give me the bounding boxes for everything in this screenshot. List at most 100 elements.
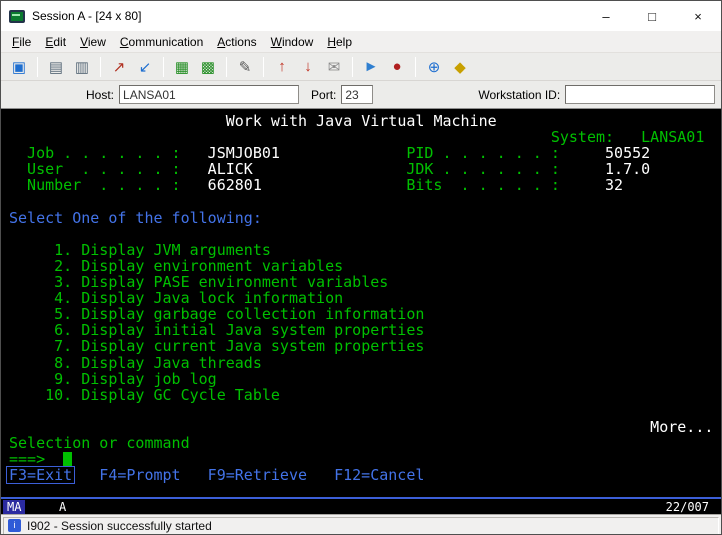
terminal-title-row: Work with Java Virtual Machine [9, 113, 721, 129]
toolbar-separator [263, 56, 264, 77]
new-session-icon[interactable]: ▣ [7, 56, 31, 78]
option-text: Display Java threads [81, 354, 262, 372]
workstation-id-input[interactable] [565, 85, 716, 104]
option-text: Display job log [81, 370, 217, 388]
menu-actions[interactable]: Actions [210, 33, 263, 51]
emulator-window: Session A - [24 x 80] – □ × File Edit Vi… [0, 0, 722, 535]
option-text: Display environment variables [81, 257, 344, 275]
oia-keyboard-indicator: A [59, 500, 67, 514]
bits-value: 32 [605, 176, 624, 194]
option-number: 9. [54, 370, 73, 388]
job-pid-row: Job . . . . . . : JSMJOB01 PID . . . . .… [9, 145, 721, 161]
fkey-row: F3=Exit F4=Prompt F9=Retrieve F12=Cancel [6, 466, 721, 484]
status-message-panel: i I902 - Session successfully started [3, 516, 719, 534]
transfer-file-icon[interactable]: ✉ [322, 56, 346, 78]
pid-label: PID . . . . . . : [406, 144, 560, 162]
command-line-row[interactable]: ===> [9, 451, 721, 467]
system-label: System: [550, 128, 615, 146]
menu-option-row: 5. Display garbage collection informatio… [9, 306, 721, 322]
maximize-button[interactable]: □ [629, 1, 675, 31]
job-label: Job . . . . . . : [27, 144, 181, 162]
option-text: Display current Java system properties [81, 337, 425, 355]
pid-value: 50552 [605, 144, 651, 162]
option-text: Display GC Cycle Table [81, 386, 280, 404]
play-macro-icon[interactable]: ► [359, 56, 383, 78]
operator-information-area: MA A 22/007 [1, 497, 721, 514]
fkey-f9-retrieve[interactable]: F9=Retrieve [208, 467, 307, 483]
app-icon [9, 9, 25, 23]
paste-icon[interactable]: ▥ [70, 56, 94, 78]
menu-option-row: 8. Display Java threads [9, 355, 721, 371]
menu-edit[interactable]: Edit [38, 33, 73, 51]
option-text: Display Java lock information [81, 289, 344, 307]
menu-help[interactable]: Help [320, 33, 359, 51]
port-input[interactable] [341, 85, 374, 104]
user-value: ALICK [207, 160, 253, 178]
menu-option-row: 6. Display initial Java system propertie… [9, 322, 721, 338]
more-indicator: More... [650, 418, 714, 436]
web-browser-icon[interactable]: ⊕ [422, 56, 446, 78]
menu-file[interactable]: File [5, 33, 38, 51]
menu-window[interactable]: Window [264, 33, 321, 51]
record-macro-icon[interactable]: ● [385, 56, 409, 78]
option-number: 7. [54, 337, 73, 355]
display-colors-icon[interactable]: ▦ [170, 56, 194, 78]
status-info-icon: i [8, 519, 21, 532]
window-controls: – □ × [583, 1, 721, 31]
terminal-screen[interactable]: Work with Java Virtual Machine System: L… [1, 109, 721, 497]
toolbar-separator [352, 56, 353, 77]
user-jdk-row: User . . . . . : ALICK JDK . . . . . . :… [9, 161, 721, 177]
host-input[interactable] [119, 85, 300, 104]
receive-file-icon[interactable]: ↓ [296, 56, 320, 78]
menu-option-row: 4. Display Java lock information [9, 290, 721, 306]
status-bar: i I902 - Session successfully started [1, 514, 721, 534]
host-bar: Host: Port: Workstation ID: [1, 81, 721, 109]
title-bar: Session A - [24 x 80] – □ × [1, 1, 721, 31]
port-label: Port: [311, 87, 337, 102]
jdk-label: JDK . . . . . . : [406, 160, 560, 178]
option-text: Display JVM arguments [81, 241, 271, 259]
toolbar-separator [415, 56, 416, 77]
send-screen-icon[interactable]: ↗ [107, 56, 131, 78]
fkey-f12-cancel[interactable]: F12=Cancel [334, 467, 424, 483]
number-value: 662801 [207, 176, 262, 194]
toolbar-separator [163, 56, 164, 77]
option-number: 10. [45, 386, 73, 404]
status-message: I902 - Session successfully started [27, 518, 212, 533]
option-number: 8. [54, 354, 73, 372]
toolbar-separator [37, 56, 38, 77]
edit-macro-icon[interactable]: ✎ [233, 56, 257, 78]
copy-icon[interactable]: ▤ [44, 56, 68, 78]
select-prompt-row: Select One of the following: [9, 210, 721, 226]
option-number: 6. [54, 321, 73, 339]
workstation-id-label: Workstation ID: [478, 87, 561, 102]
option-text: Display PASE environment variables [81, 273, 389, 291]
minimize-button[interactable]: – [583, 1, 629, 31]
bits-label: Bits . . . . . : [406, 176, 560, 194]
option-number: 3. [54, 273, 73, 291]
selection-label: Selection or command [9, 434, 190, 452]
tool-bar: ▣ ▤ ▥ ↗ ↙ ▦ ▩ ✎ ↑ ↓ ✉ ► ● ⊕ ◆ [1, 53, 721, 81]
close-button[interactable]: × [675, 1, 721, 31]
command-prompt: ===> [9, 450, 46, 468]
selection-label-row: Selection or command [9, 435, 721, 451]
user-label: User . . . . . : [27, 160, 181, 178]
host-label: Host: [86, 87, 115, 102]
job-value: JSMJOB01 [207, 144, 280, 162]
jdk-value: 1.7.0 [605, 160, 651, 178]
receive-screen-icon[interactable]: ↙ [133, 56, 157, 78]
menu-option-row: 1. Display JVM arguments [9, 242, 721, 258]
number-bits-row: Number . . . . : 662801 Bits . . . . . :… [9, 177, 721, 193]
fkey-f4-prompt[interactable]: F4=Prompt [99, 467, 180, 483]
fkey-f3-exit[interactable]: F3=Exit [6, 466, 76, 484]
send-file-icon[interactable]: ↑ [270, 56, 294, 78]
select-prompt: Select One of the following: [9, 209, 262, 227]
menu-view[interactable]: View [73, 33, 113, 51]
option-number: 1. [54, 241, 73, 259]
text-cursor [63, 452, 73, 466]
index-icon[interactable]: ◆ [448, 56, 472, 78]
menu-communication[interactable]: Communication [113, 33, 210, 51]
option-number: 2. [54, 257, 73, 275]
display-setup-icon[interactable]: ▩ [196, 56, 220, 78]
menu-option-row: 3. Display PASE environment variables [9, 274, 721, 290]
